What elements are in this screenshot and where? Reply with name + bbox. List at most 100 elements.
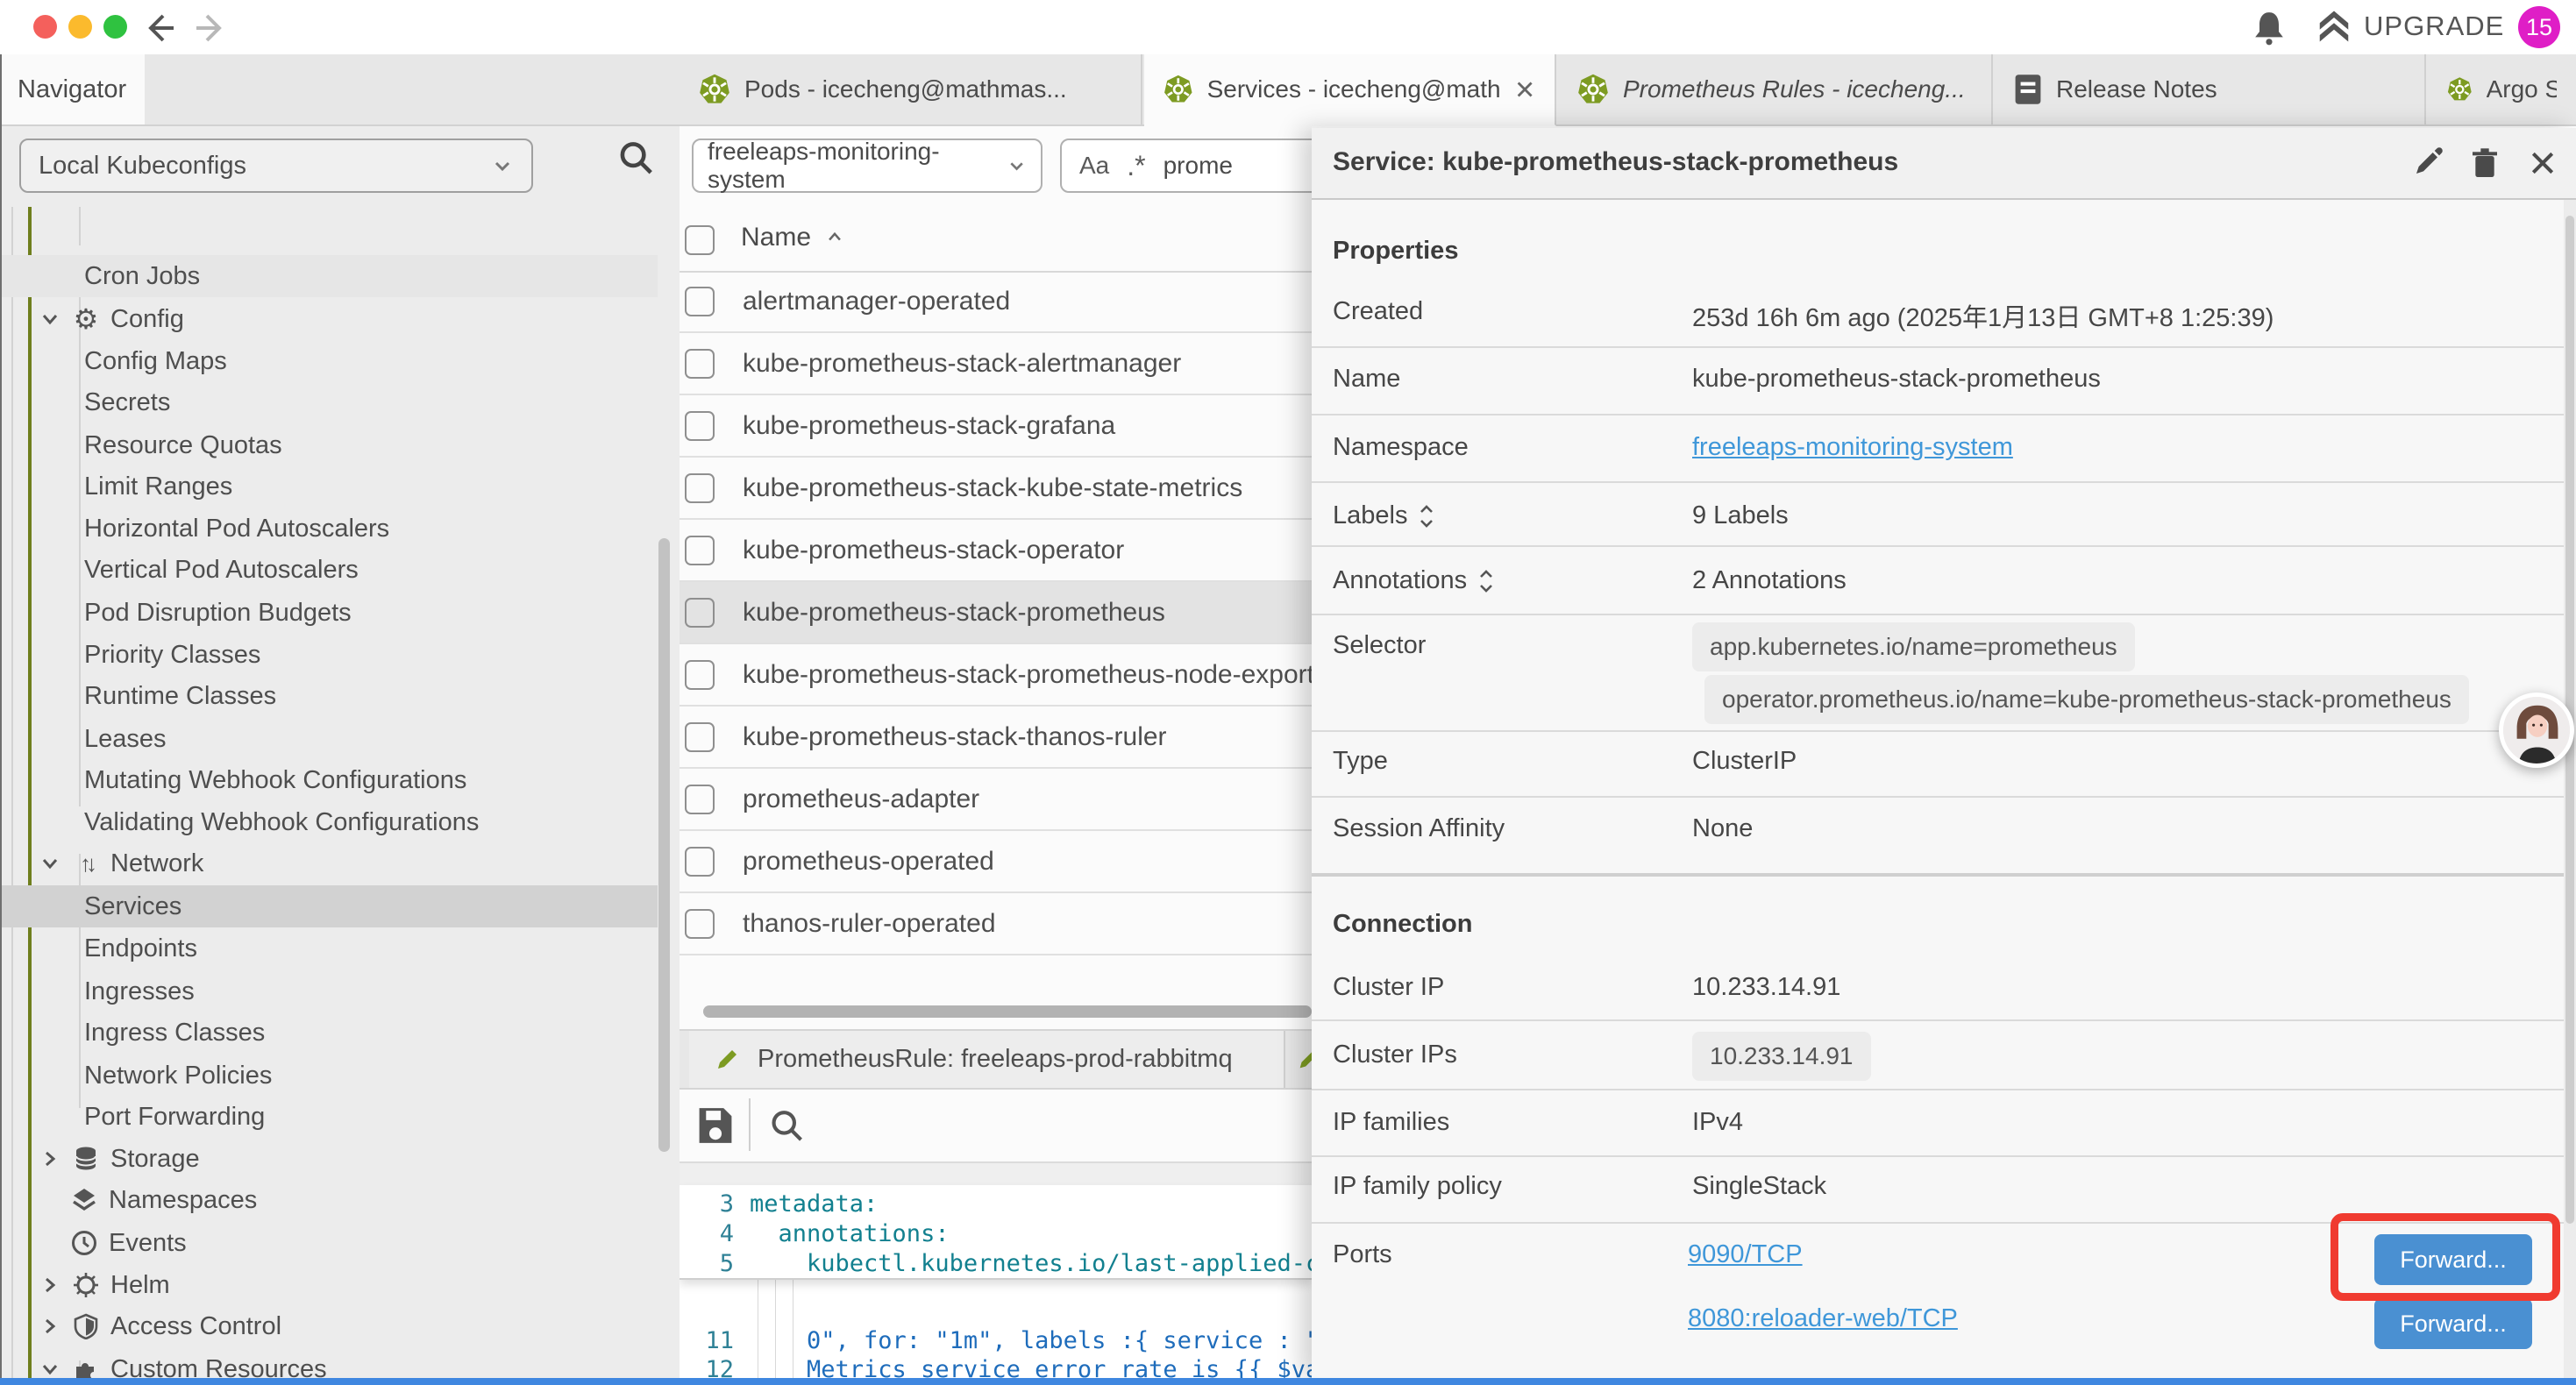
sidebar-item-endpoints[interactable]: Endpoints [2,927,658,970]
search-icon[interactable] [616,138,656,179]
editor-tab-bar: PrometheusRule: freeleaps-prod-rabbitmq [680,1029,1312,1090]
sidebar-item-services[interactable]: Services [2,885,658,927]
code-line: 11 0", for: "1m", labels :{ service : " [680,1325,1312,1355]
close-window-button[interactable] [33,15,57,39]
sidebar-item-leases[interactable]: Leases [2,718,658,760]
forward-button[interactable]: Forward... [2374,1298,2532,1349]
tab-prometheusrule-editor[interactable]: PrometheusRule: freeleaps-prod-rabbitmq [689,1031,1285,1088]
sidebar-item-horizontal-pod-autoscalers[interactable]: Horizontal Pod Autoscalers [2,508,658,550]
bottom-accent-strip [0,1378,2576,1385]
sidebar-item-priority-classes[interactable]: Priority Classes [2,634,658,676]
sidebar-item-ingress-classes[interactable]: Ingress Classes [2,1012,658,1054]
sidebar-item-cron-jobs[interactable]: Cron Jobs [2,255,658,297]
sidebar-item-config[interactable]: ⚙ Config [2,298,658,340]
close-tab-icon[interactable] [1514,78,1535,101]
expand-sort-icon[interactable] [1477,569,1495,593]
sidebar-item-access-control[interactable]: Access Control [2,1305,658,1347]
table-row[interactable]: prometheus-adapter [680,769,1312,831]
yaml-editor[interactable]: 11 0", for: "1m", labels :{ service : " … [680,1185,1312,1378]
notification-count-badge[interactable]: 15 [2518,6,2560,48]
minimize-window-button[interactable] [68,15,92,39]
back-icon[interactable] [140,11,175,46]
sidebar-item-custom-resources[interactable]: Custom Resources [2,1348,658,1378]
tab-release-notes[interactable]: Release Notes [1995,54,2426,124]
item-label: Config [110,305,184,334]
tab-argo[interactable]: Argo Se [2428,54,2576,124]
row-checkbox[interactable] [685,847,715,877]
search-icon[interactable] [767,1107,806,1146]
sidebar-item-config-maps[interactable]: Config Maps [2,340,658,382]
sidebar-item-vertical-pod-autoscalers[interactable]: Vertical Pod Autoscalers [2,549,658,591]
sidebar-item-namespaces[interactable]: Namespaces [2,1179,658,1221]
row-checkbox[interactable] [685,473,715,503]
kubeconfig-row: Local Kubeconfigs [2,126,680,207]
sidebar-item-network[interactable]: ↑↓Network [2,842,658,884]
row-checkbox[interactable] [685,349,715,379]
regex-toggle[interactable]: .* [1127,150,1145,182]
row-checkbox[interactable] [685,660,715,690]
save-icon[interactable] [695,1104,736,1147]
row-checkbox[interactable] [685,909,715,939]
namespace-link[interactable]: freeleaps-monitoring-system [1692,433,2013,462]
tab-bar: Pods - icecheng@mathmas... Services - ic… [680,54,2576,126]
sidebar-item-events[interactable]: Events [2,1222,658,1264]
column-header-name[interactable]: Name [741,223,844,252]
table-row[interactable]: alertmanager-operated [680,271,1312,333]
port-link[interactable]: 9090/TCP [1688,1240,1803,1269]
type-label: Type [1333,747,1388,776]
sidebar-item-helm[interactable]: Helm [2,1264,658,1306]
tab-prometheus-rules[interactable]: Prometheus Rules - icecheng... [1558,54,1993,124]
table-row[interactable]: thanos-ruler-operated [680,893,1312,955]
sidebar-item-limit-ranges[interactable]: Limit Ranges [2,465,658,508]
gear-icon: ⚙ [70,306,102,332]
expand-sort-icon[interactable] [1418,504,1435,529]
close-icon[interactable] [2525,146,2560,181]
table-row-selected[interactable]: kube-prometheus-stack-prometheus [680,582,1312,644]
table-row[interactable]: kube-prometheus-stack-operator [680,520,1312,582]
item-label: Config Maps [84,347,227,376]
table-row[interactable]: kube-prometheus-stack-prometheus-node-ex… [680,644,1312,707]
delete-trash-icon[interactable] [2467,146,2502,181]
assistant-avatar[interactable] [2499,692,2574,768]
row-checkbox[interactable] [685,411,715,441]
search-input[interactable]: Aa .* prome [1060,138,1312,193]
sidebar-scrollbar[interactable] [658,538,670,1152]
table-row[interactable]: kube-prometheus-stack-grafana [680,395,1312,458]
table-row[interactable]: kube-prometheus-stack-alertmanager [680,333,1312,395]
sidebar-item-secrets[interactable]: Secrets [2,381,658,423]
tab-services[interactable]: Services - icecheng@math... [1144,54,1556,126]
sidebar-item-storage[interactable]: Storage [2,1138,658,1180]
row-checkbox[interactable] [685,598,715,628]
table-row[interactable]: kube-prometheus-stack-kube-state-metrics [680,458,1312,520]
chevron-down-icon [491,154,514,177]
tab-navigator[interactable]: Navigator [2,54,145,124]
row-checkbox[interactable] [685,785,715,814]
row-checkbox[interactable] [685,536,715,565]
sidebar-item-network-policies[interactable]: Network Policies [2,1055,658,1097]
kubeconfig-select[interactable]: Local Kubeconfigs [19,138,533,193]
port-link[interactable]: 8080:reloader-web/TCP [1688,1304,1958,1333]
select-all-checkbox[interactable] [685,225,715,255]
namespace-select[interactable]: freeleaps-monitoring-system [692,138,1042,193]
sidebar-item-ingresses[interactable]: Ingresses [2,970,658,1012]
edit-pencil-icon[interactable] [2409,146,2444,181]
match-case-toggle[interactable]: Aa [1079,152,1109,180]
sidebar-item-mutating-webhook-configurations[interactable]: Mutating Webhook Configurations [2,759,658,801]
sidebar-item-validating-webhook-configurations[interactable]: Validating Webhook Configurations [2,801,658,843]
notifications-bell-icon[interactable] [2250,9,2288,47]
horizontal-scrollbar[interactable] [703,1005,1312,1018]
maximize-window-button[interactable] [103,15,127,39]
sidebar-item-pod-disruption-budgets[interactable]: Pod Disruption Budgets [2,592,658,634]
row-checkbox[interactable] [685,287,715,316]
sidebar-item-resource-quotas[interactable]: Resource Quotas [2,424,658,466]
upgrade-button[interactable]: UPGRADE [2316,7,2504,46]
sidebar-item-runtime-classes[interactable]: Runtime Classes [2,675,658,717]
tab-editor-partial[interactable] [1287,1031,1312,1088]
tab-pods[interactable]: Pods - icecheng@mathmas... [680,54,1142,124]
row-checkbox[interactable] [685,722,715,752]
table-row[interactable]: prometheus-operated [680,831,1312,893]
forward-icon[interactable] [195,11,230,46]
table-row[interactable]: kube-prometheus-stack-thanos-ruler [680,707,1312,769]
item-label: Network Policies [84,1062,272,1090]
sidebar-item-port-forwarding[interactable]: Port Forwarding [2,1096,658,1138]
